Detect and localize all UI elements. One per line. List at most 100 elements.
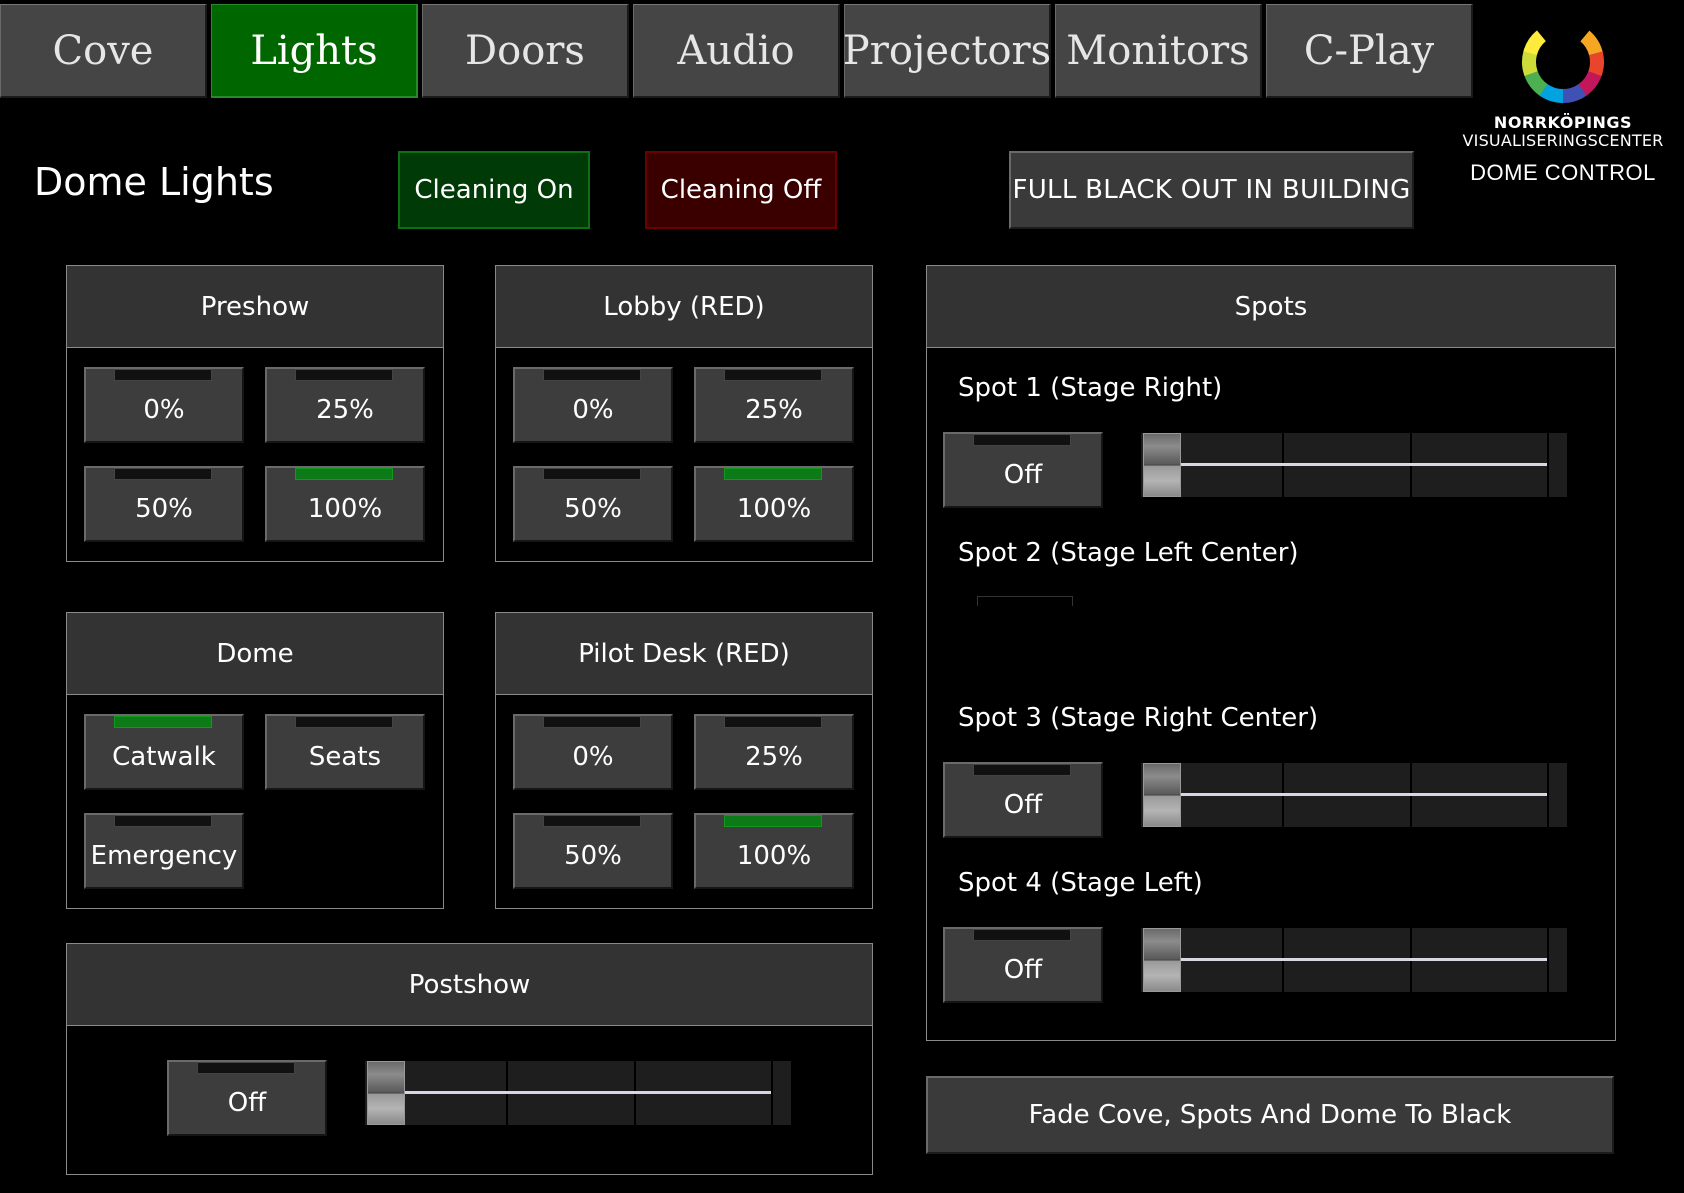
button-label: 25%	[745, 395, 803, 425]
button-label: Off	[1003, 955, 1043, 985]
tab-label: Monitors	[1066, 27, 1250, 74]
tab-label: C-Play	[1303, 27, 1435, 74]
status-indicator	[295, 369, 393, 381]
slider-divider	[1547, 763, 1549, 827]
catwalk-button[interactable]: Catwalk	[84, 714, 244, 790]
button-label: Catwalk	[112, 742, 216, 772]
cleaning-off-button[interactable]: Cleaning Off	[645, 151, 837, 229]
preshow-title: Preshow	[67, 266, 443, 348]
slider-divider	[1547, 433, 1549, 497]
status-indicator	[724, 369, 822, 381]
button-label: Seats	[308, 742, 382, 772]
cleaning-off-label: Cleaning Off	[660, 175, 822, 205]
button-label: Off	[227, 1088, 267, 1118]
button-label: 0%	[572, 395, 614, 425]
postshow-panel: Postshow Off	[66, 943, 873, 1175]
preshow-25-button[interactable]: 25%	[265, 367, 425, 443]
slider-divider	[1547, 928, 1549, 992]
button-label: 0%	[143, 395, 185, 425]
status-indicator	[114, 468, 212, 480]
logo-ring-segment	[1588, 51, 1604, 77]
status-indicator	[114, 815, 212, 827]
button-label: 50%	[564, 841, 622, 871]
pilot-25-button[interactable]: 25%	[694, 714, 854, 790]
slider-handle[interactable]	[1143, 763, 1181, 827]
button-label: 100%	[307, 494, 383, 524]
pilot-0-button[interactable]: 0%	[513, 714, 673, 790]
spot-2-label: Spot 2 (Stage Left Center)	[958, 538, 1299, 568]
logo-line-1: NORRKÖPINGS	[1493, 113, 1633, 132]
spot-1-off-button[interactable]: Off	[943, 432, 1103, 508]
fade-to-black-button[interactable]: Fade Cove, Spots And Dome To Black	[926, 1076, 1614, 1154]
spots-title: Spots	[927, 266, 1615, 348]
status-indicator	[724, 468, 822, 480]
dome-title: Dome	[67, 613, 443, 695]
slider-handle[interactable]	[367, 1061, 405, 1125]
logo-ring-segment	[1577, 70, 1602, 96]
seats-button[interactable]: Seats	[265, 714, 425, 790]
full-blackout-button[interactable]: FULL BLACK OUT IN BUILDING	[1009, 151, 1414, 229]
status-indicator	[543, 369, 641, 381]
pilot-50-button[interactable]: 50%	[513, 813, 673, 889]
lobby-50-button[interactable]: 50%	[513, 466, 673, 542]
status-indicator	[197, 1062, 295, 1074]
slider-divider	[771, 1061, 773, 1125]
lobby-panel: Lobby (RED) 0% 25% 50% 100%	[495, 265, 873, 562]
slider-handle[interactable]	[1143, 433, 1181, 497]
cleaning-on-button[interactable]: Cleaning On	[398, 151, 590, 229]
logo-ring-segment	[1562, 83, 1587, 103]
logo-ring-segment	[1580, 30, 1603, 56]
spot-3-level-slider[interactable]	[1141, 763, 1567, 827]
slider-track	[1181, 463, 1547, 466]
emergency-button[interactable]: Emergency	[84, 813, 244, 889]
status-indicator	[724, 716, 822, 728]
tab-projectors[interactable]: Projectors	[843, 4, 1051, 98]
logo-line-2: VISUALISERINGSCENTER	[1462, 131, 1664, 150]
spot-4-level-slider[interactable]	[1141, 928, 1567, 992]
tab-c-play[interactable]: C-Play	[1266, 4, 1473, 98]
spot-1-level-slider[interactable]	[1141, 433, 1567, 497]
button-label: 25%	[316, 395, 374, 425]
preshow-100-button[interactable]: 100%	[265, 466, 425, 542]
tab-cove[interactable]: Cove	[0, 4, 207, 98]
lobby-0-button[interactable]: 0%	[513, 367, 673, 443]
dome-panel: Dome Catwalk Seats Emergency	[66, 612, 444, 909]
logo-ring-segment	[1522, 51, 1538, 77]
logo-ring-segment	[1524, 70, 1548, 96]
status-indicator	[724, 815, 822, 827]
slider-handle[interactable]	[1143, 928, 1181, 992]
postshow-off-button[interactable]: Off	[167, 1060, 327, 1136]
postshow-level-slider[interactable]	[365, 1061, 791, 1125]
tab-label: Lights	[250, 27, 378, 74]
status-indicator	[543, 815, 641, 827]
spot-4-off-button[interactable]: Off	[943, 927, 1103, 1003]
tab-doors[interactable]: Doors	[422, 4, 629, 98]
lobby-100-button[interactable]: 100%	[694, 466, 854, 542]
pilot-desk-panel: Pilot Desk (RED) 0% 25% 50% 100%	[495, 612, 873, 909]
spot-4-label: Spot 4 (Stage Left)	[958, 868, 1203, 898]
cleaning-on-label: Cleaning On	[414, 175, 574, 205]
spot-3-off-button[interactable]: Off	[943, 762, 1103, 838]
status-indicator	[295, 716, 393, 728]
button-label: 100%	[736, 494, 812, 524]
status-indicator	[543, 468, 641, 480]
tab-lights[interactable]: Lights	[211, 4, 418, 98]
full-blackout-label: FULL BLACK OUT IN BUILDING	[1012, 175, 1411, 205]
button-label: Off	[1003, 460, 1043, 490]
fade-to-black-label: Fade Cove, Spots And Dome To Black	[1028, 1100, 1512, 1130]
button-label: 50%	[135, 494, 193, 524]
lobby-25-button[interactable]: 25%	[694, 367, 854, 443]
pilot-100-button[interactable]: 100%	[694, 813, 854, 889]
preshow-0-button[interactable]: 0%	[84, 367, 244, 443]
tab-monitors[interactable]: Monitors	[1055, 4, 1262, 98]
status-indicator	[114, 716, 212, 728]
pilot-desk-title: Pilot Desk (RED)	[496, 613, 872, 695]
tab-audio[interactable]: Audio	[633, 4, 840, 98]
main-nav: Cove Lights Doors Audio Projectors Monit…	[0, 0, 1476, 100]
button-label: 25%	[745, 742, 803, 772]
page-title: Dome Lights	[34, 160, 274, 204]
preshow-50-button[interactable]: 50%	[84, 466, 244, 542]
lobby-title: Lobby (RED)	[496, 266, 872, 348]
spots-panel: Spots Spot 1 (Stage Right) Off Spot 2 (S…	[926, 265, 1616, 1041]
app-subtitle: DOME CONTROL	[1470, 160, 1656, 185]
